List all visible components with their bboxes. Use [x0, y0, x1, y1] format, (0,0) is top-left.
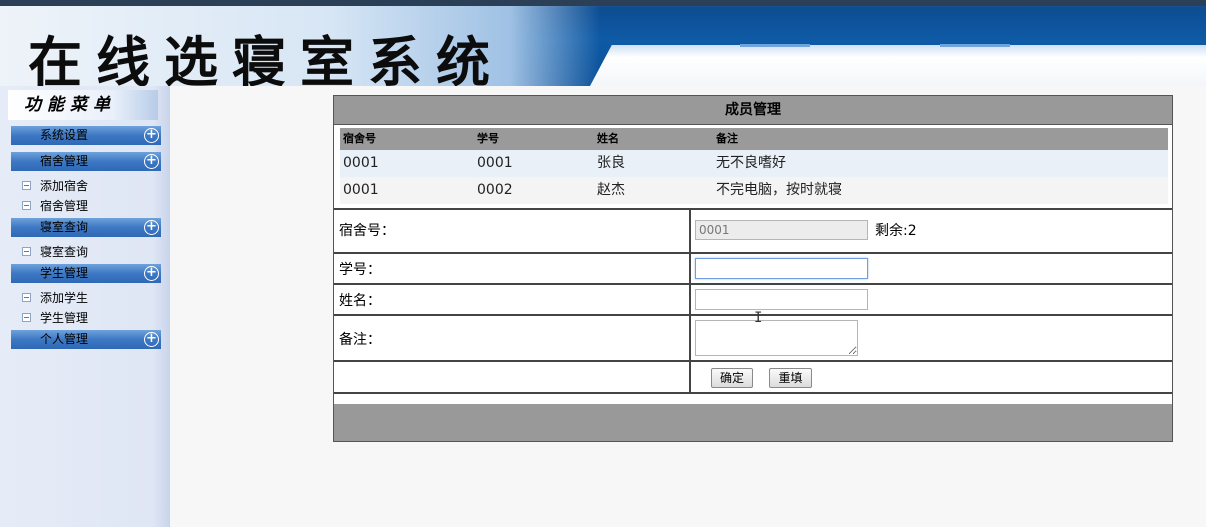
divider: [334, 314, 1172, 316]
expand-icon[interactable]: +: [144, 128, 159, 143]
menu-item-label: 宿舍管理: [40, 199, 89, 213]
menu-item-label: 寝室查询: [40, 245, 89, 259]
menu-section-label: 寝室查询: [40, 220, 89, 234]
tree-node-icon: [22, 313, 31, 322]
menu-item-label: 添加宿舍: [40, 179, 89, 193]
student-id-field[interactable]: [695, 258, 868, 279]
tree-node-icon: [22, 247, 31, 256]
panel-footer: [334, 404, 1172, 441]
menu-section-student-management[interactable]: 学生管理 +: [11, 264, 161, 283]
note-label: 备注：: [339, 332, 381, 348]
menu-section-system-settings[interactable]: 系统设置 +: [11, 126, 161, 145]
column-header: 宿舍号: [343, 132, 376, 145]
menu-section-label: 系统设置: [40, 128, 89, 142]
dorm-number-field[interactable]: [695, 220, 868, 240]
dorm-number-label: 宿舍号：: [339, 223, 395, 239]
menu-section-label: 学生管理: [40, 266, 89, 280]
confirm-button[interactable]: 确定: [711, 368, 753, 388]
student-id-label: 学号：: [339, 262, 381, 278]
remaining-count: 剩余:2: [875, 223, 917, 239]
cell-dorm: 0001: [343, 155, 379, 171]
app-title: 在线选寝室系统: [28, 30, 504, 86]
table-row: 0001 0002 赵杰 不完电脑，按时就寝: [340, 177, 1168, 204]
header-decor-line: [940, 44, 1010, 47]
divider: [334, 208, 1172, 210]
expand-icon[interactable]: +: [144, 332, 159, 347]
cell-name: 赵杰: [597, 182, 625, 198]
menu-section-personal-management[interactable]: 个人管理 +: [11, 330, 161, 349]
divider: [334, 252, 1172, 254]
menu-section-label: 宿舍管理: [40, 154, 89, 168]
menu-item-dorm-management[interactable]: 宿舍管理: [22, 198, 88, 214]
tree-node-icon: [22, 201, 31, 210]
note-textarea[interactable]: [695, 320, 858, 356]
column-header: 姓名: [597, 132, 619, 145]
name-label: 姓名：: [339, 293, 381, 309]
expand-icon[interactable]: +: [144, 266, 159, 281]
menu-item-room-query[interactable]: 寝室查询: [22, 244, 88, 260]
table-row: 0001 0001 张良 无不良嗜好: [340, 150, 1168, 177]
menu-title: 功能菜单: [8, 90, 158, 120]
app-header: 在线选寝室系统: [0, 0, 1206, 86]
member-management-panel: 成员管理 宿舍号 学号 姓名 备注 0001 0001 张良 无不良嗜好 000…: [333, 95, 1173, 442]
divider: [689, 208, 691, 394]
table-header: 宿舍号 学号 姓名 备注: [340, 128, 1168, 150]
expand-icon[interactable]: +: [144, 220, 159, 235]
sidebar: 功能菜单 系统设置 + 宿舍管理 + 添加宿舍 宿舍管理 寝室查询 + 寝室查询…: [0, 86, 170, 527]
menu-item-add-student[interactable]: 添加学生: [22, 290, 88, 306]
panel-title: 成员管理: [334, 96, 1172, 125]
expand-icon[interactable]: +: [144, 154, 159, 169]
menu-item-add-dorm[interactable]: 添加宿舍: [22, 178, 88, 194]
tree-node-icon: [22, 293, 31, 302]
column-header: 学号: [477, 132, 499, 145]
menu-section-label: 个人管理: [40, 332, 89, 346]
menu-item-student-management[interactable]: 学生管理: [22, 310, 88, 326]
header-decor-stripe: [590, 45, 1206, 86]
menu-section-dorm-management[interactable]: 宿舍管理 +: [11, 152, 161, 171]
menu-item-label: 添加学生: [40, 291, 89, 305]
divider: [334, 283, 1172, 285]
column-header: 备注: [716, 132, 738, 145]
cell-student-id: 0002: [477, 182, 513, 198]
cell-student-id: 0001: [477, 155, 513, 171]
cell-note: 无不良嗜好: [716, 155, 786, 171]
tree-node-icon: [22, 181, 31, 190]
divider: [334, 360, 1172, 362]
menu-section-room-query[interactable]: 寝室查询 +: [11, 218, 161, 237]
menu-item-label: 学生管理: [40, 311, 89, 325]
text-cursor-icon: I: [754, 310, 763, 326]
cell-dorm: 0001: [343, 182, 379, 198]
title-panel: 在线选寝室系统: [0, 6, 600, 86]
members-table: 宿舍号 学号 姓名 备注 0001 0001 张良 无不良嗜好 0001 000…: [340, 128, 1168, 204]
reset-button[interactable]: 重填: [769, 368, 812, 388]
header-decor-line: [740, 44, 810, 47]
divider: [334, 392, 1172, 394]
name-field[interactable]: [695, 289, 868, 310]
cell-note: 不完电脑，按时就寝: [716, 182, 842, 198]
cell-name: 张良: [597, 155, 625, 171]
